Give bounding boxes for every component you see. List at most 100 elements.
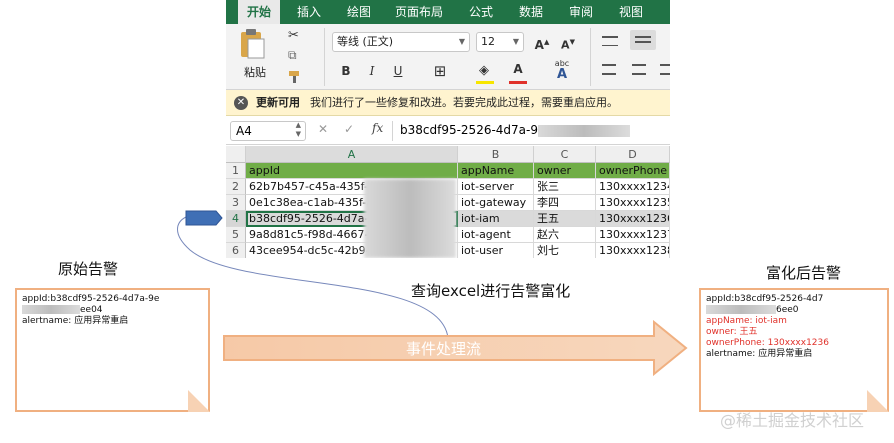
owner-cell[interactable]: 李四 bbox=[534, 195, 596, 211]
chevron-down-icon: ▼ bbox=[512, 37, 519, 46]
font-name-value: 等线 (正文) bbox=[337, 35, 394, 48]
appname-cell[interactable]: iot-gateway bbox=[458, 195, 534, 211]
appname-cell[interactable]: iot-agent bbox=[458, 227, 534, 243]
bold-button[interactable]: B bbox=[336, 61, 356, 81]
notice-message: 我们进行了一些修复和改进。若要完成此过程，需要重启应用。 bbox=[310, 96, 618, 109]
page-curl bbox=[188, 390, 210, 412]
font-color-icon[interactable]: A bbox=[508, 59, 528, 79]
alert-appid-line: appId:b38cdf95-2526-4d7a-9eee04 bbox=[22, 294, 160, 315]
excel-window: 开始 插入 绘图 页面布局 公式 数据 审阅 视图 粘贴 ✂ ⧉ 等线 (正文)… bbox=[226, 0, 670, 258]
fill-color-swatch bbox=[476, 81, 494, 84]
format-painter-icon[interactable] bbox=[288, 70, 302, 84]
phone-cell[interactable]: 130xxxx1236 bbox=[596, 211, 670, 227]
phone-cell[interactable]: 130xxxx1238 bbox=[596, 243, 670, 258]
enriched-owner-line: owner: 王五 bbox=[706, 327, 758, 337]
appname-cell[interactable]: iot-server bbox=[458, 179, 534, 195]
phone-cell[interactable]: 130xxxx1234 bbox=[596, 179, 670, 195]
font-color-swatch bbox=[509, 81, 527, 84]
row-header[interactable]: 2 bbox=[226, 179, 246, 195]
row-header[interactable]: 5 bbox=[226, 227, 246, 243]
header-cell[interactable]: appName bbox=[458, 163, 534, 179]
formula-input[interactable]: b38cdf95-2526-4d7a-9 bbox=[400, 123, 630, 137]
enriched-phone-line: ownerPhone: 130xxxx1236 bbox=[706, 338, 829, 348]
font-size-value: 12 bbox=[481, 35, 495, 48]
header-cell[interactable]: owner bbox=[534, 163, 596, 179]
fill-color-icon[interactable]: ◈ bbox=[474, 61, 494, 81]
paste-label[interactable]: 粘贴 bbox=[244, 64, 266, 80]
tab-insert[interactable]: 插入 bbox=[288, 0, 330, 24]
enriched-alert-note: appId:b38cdf95-2526-4d76ee0 appName: iot… bbox=[699, 288, 889, 412]
tab-formulas[interactable]: 公式 bbox=[460, 0, 502, 24]
ribbon-tab-bar: 开始 插入 绘图 页面布局 公式 数据 审阅 视图 bbox=[226, 0, 670, 24]
column-header[interactable]: C bbox=[534, 146, 596, 163]
page-curl bbox=[867, 390, 889, 412]
enriched-alert-heading: 富化后告警 bbox=[766, 264, 842, 282]
increase-font-size-button[interactable]: A▲ bbox=[532, 32, 552, 52]
original-alert-heading: 原始告警 bbox=[58, 260, 119, 278]
cancel-icon[interactable]: ✕ bbox=[318, 122, 328, 136]
notice-title: 更新可用 bbox=[256, 96, 300, 109]
font-name-select[interactable]: 等线 (正文) ▼ bbox=[332, 32, 470, 52]
row-header[interactable]: 3 bbox=[226, 195, 246, 211]
phone-cell[interactable]: 130xxxx1235 bbox=[596, 195, 670, 211]
copy-icon[interactable]: ⧉ bbox=[288, 48, 297, 63]
alert-name-line: alertname: 应用异常重启 bbox=[22, 316, 129, 326]
name-box-value: A4 bbox=[236, 124, 252, 138]
header-cell[interactable]: appId bbox=[246, 163, 458, 179]
alert-name-line: alertname: 应用异常重启 bbox=[706, 349, 813, 359]
tab-home[interactable]: 开始 bbox=[238, 0, 280, 24]
formula-separator bbox=[392, 121, 393, 141]
owner-cell[interactable]: 王五 bbox=[534, 211, 596, 227]
close-circle-icon[interactable]: ✕ bbox=[234, 96, 248, 110]
align-center-icon[interactable] bbox=[632, 64, 646, 75]
owner-cell[interactable]: 赵六 bbox=[534, 227, 596, 243]
align-top-icon[interactable] bbox=[602, 36, 618, 46]
owner-cell[interactable]: 张三 bbox=[534, 179, 596, 195]
redacted-block bbox=[538, 124, 630, 137]
column-header[interactable]: B bbox=[458, 146, 534, 163]
header-cell[interactable]: ownerPhone bbox=[596, 163, 670, 179]
event-stream-label: 事件处理流 bbox=[406, 340, 482, 358]
ribbon-separator bbox=[324, 28, 325, 86]
update-notice-bar: ✕ 更新可用 我们进行了一些修复和改进。若要完成此过程，需要重启应用。 bbox=[226, 90, 670, 116]
confirm-icon[interactable]: ✓ bbox=[344, 122, 354, 136]
spreadsheet-grid: A B C D 1 appId appName owner ownerPhone… bbox=[226, 146, 670, 258]
function-icon[interactable]: fx bbox=[372, 121, 383, 135]
decrease-font-size-button[interactable]: A▼ bbox=[558, 32, 578, 52]
original-alert-note: appId:b38cdf95-2526-4d7a-9eee04 alertnam… bbox=[15, 288, 210, 412]
alert-appid-line: appId:b38cdf95-2526-4d76ee0 bbox=[706, 294, 824, 315]
query-excel-label: 查询excel进行告警富化 bbox=[411, 282, 571, 300]
watermark-text: @稀土掘金技术社区 bbox=[720, 411, 865, 430]
italic-button[interactable]: I bbox=[362, 61, 382, 81]
tab-data[interactable]: 数据 bbox=[510, 0, 552, 24]
underline-button[interactable]: U bbox=[388, 61, 408, 81]
row-pointer-arrow bbox=[185, 210, 223, 226]
name-box[interactable]: A4 ▲ ▼ bbox=[230, 121, 306, 141]
appname-cell[interactable]: iot-iam bbox=[458, 211, 534, 227]
row-header[interactable]: 4 bbox=[226, 211, 246, 227]
enriched-appname-line: appName: iot-iam bbox=[706, 316, 787, 326]
owner-cell[interactable]: 刘七 bbox=[534, 243, 596, 258]
align-right-icon[interactable] bbox=[660, 64, 670, 75]
redacted-block bbox=[22, 305, 80, 314]
phone-cell[interactable]: 130xxxx1237 bbox=[596, 227, 670, 243]
tab-draw[interactable]: 绘图 bbox=[338, 0, 380, 24]
column-header[interactable]: D bbox=[596, 146, 670, 163]
cut-icon[interactable]: ✂ bbox=[288, 28, 299, 43]
tab-review[interactable]: 审阅 bbox=[560, 0, 602, 24]
appname-cell[interactable]: iot-user bbox=[458, 243, 534, 258]
column-header[interactable]: A bbox=[246, 146, 458, 163]
row-header[interactable]: 6 bbox=[226, 243, 246, 258]
align-middle-icon[interactable] bbox=[630, 30, 656, 50]
phonetic-guide-icon[interactable]: abc A bbox=[550, 60, 574, 82]
align-left-icon[interactable] bbox=[602, 64, 616, 75]
font-size-select[interactable]: 12 ▼ bbox=[476, 32, 524, 52]
redacted-appid-block bbox=[364, 179, 456, 258]
borders-icon[interactable]: ⊞ bbox=[430, 61, 450, 81]
select-all-corner[interactable] bbox=[226, 146, 246, 163]
paste-icon[interactable] bbox=[238, 28, 266, 60]
row-header[interactable]: 1 bbox=[226, 163, 246, 179]
tab-page-layout[interactable]: 页面布局 bbox=[390, 0, 448, 24]
formula-value: b38cdf95-2526-4d7a-9 bbox=[400, 123, 538, 137]
tab-view[interactable]: 视图 bbox=[610, 0, 652, 24]
